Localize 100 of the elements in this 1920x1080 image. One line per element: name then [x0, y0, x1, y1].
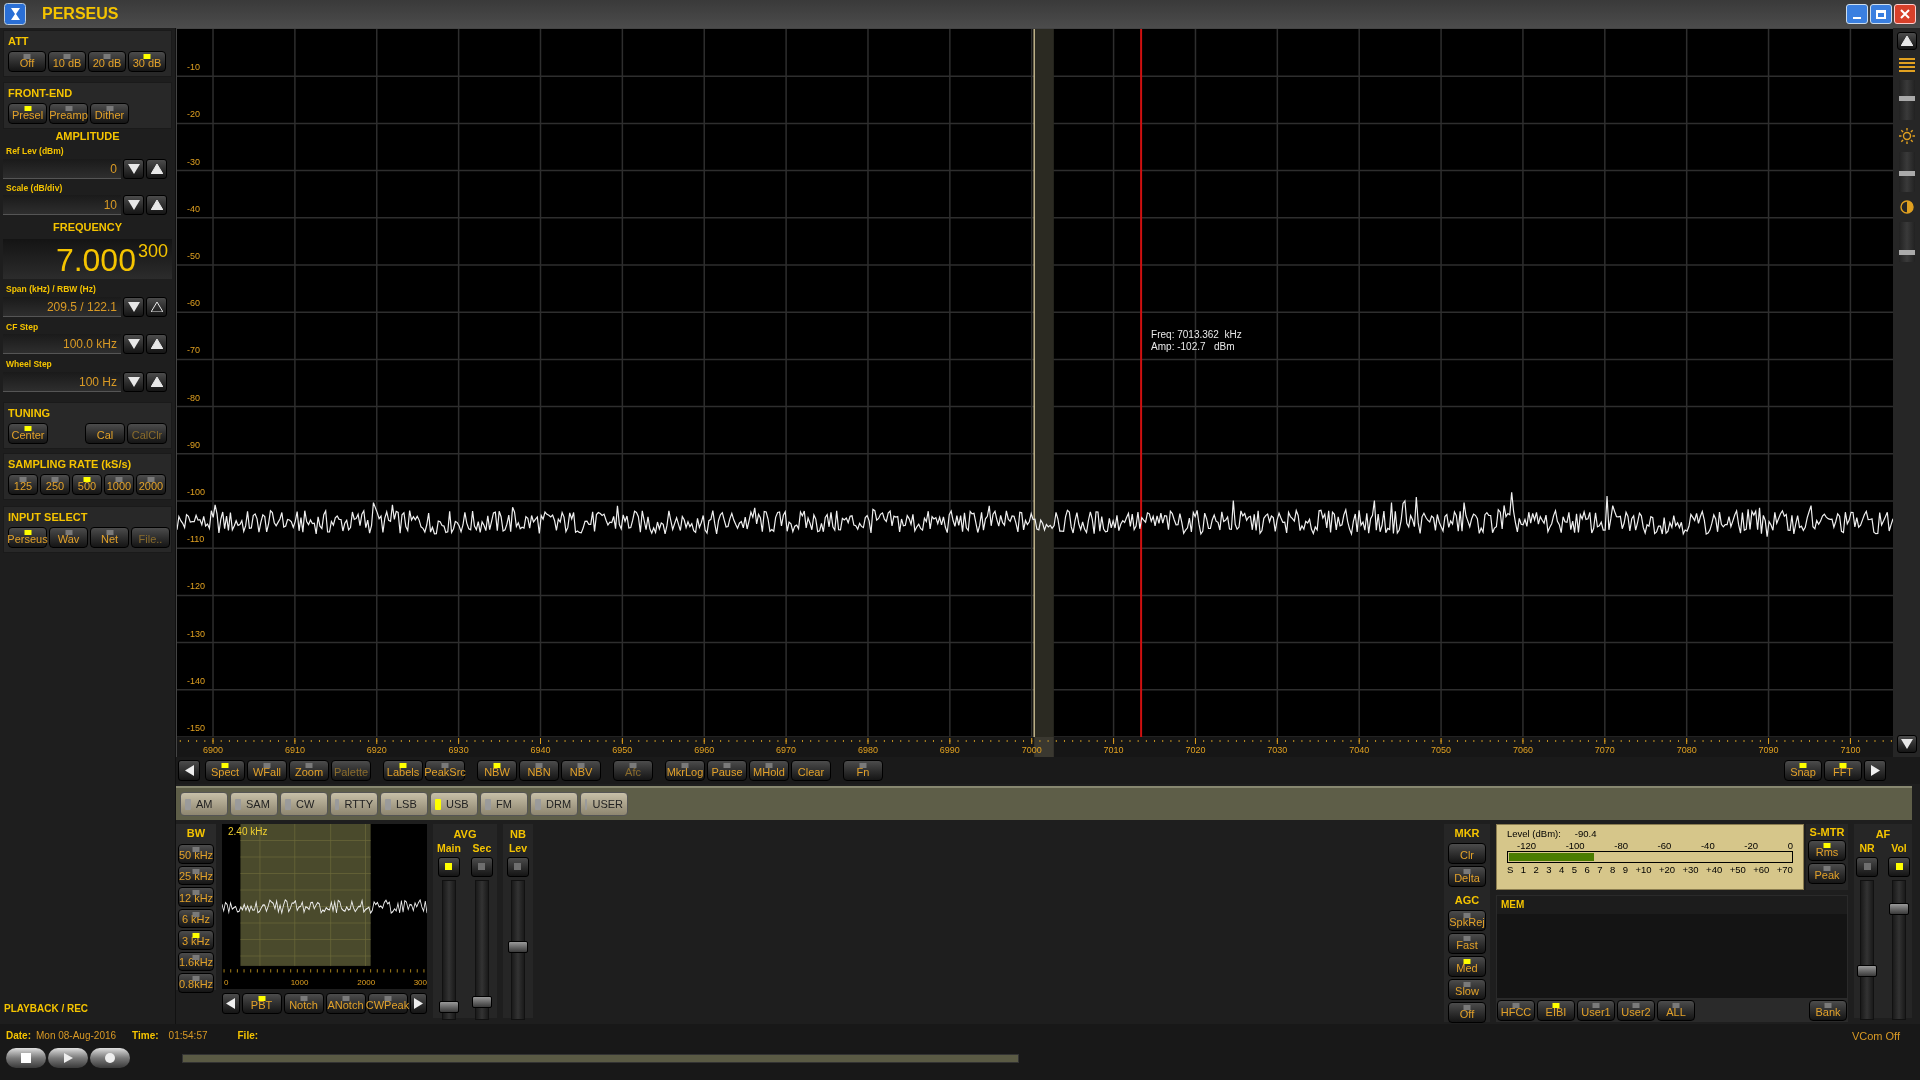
slider-thumb[interactable]: [1898, 250, 1915, 255]
push-button[interactable]: Clear: [791, 760, 831, 781]
filter-display[interactable]: 2.40 kHz 0 1000 2000 300: [222, 824, 427, 989]
toggle-button[interactable]: Perseus: [8, 526, 47, 548]
mode-button[interactable]: FM: [480, 792, 528, 816]
input-field[interactable]: 100.0 kHz: [3, 334, 121, 354]
toggle-button[interactable]: Pause: [707, 760, 747, 781]
input-field[interactable]: 100 Hz: [3, 371, 121, 392]
mode-button[interactable]: LSB: [380, 792, 428, 816]
slider-thumb[interactable]: [471, 996, 492, 1009]
toggle-button[interactable]: EIBI: [1537, 1000, 1575, 1021]
toggle-button[interactable]: Fn: [843, 760, 883, 781]
toggle-button[interactable]: Fast: [1448, 933, 1486, 954]
increment-button[interactable]: [146, 371, 167, 392]
toggle-button[interactable]: 20 dB: [88, 51, 126, 72]
record-button[interactable]: [90, 1048, 130, 1068]
mode-button[interactable]: DRM: [530, 792, 578, 816]
toggle-button[interactable]: 10 dB: [48, 51, 86, 72]
toggle-button[interactable]: Notch: [283, 993, 324, 1014]
toggle-button[interactable]: NBW: [477, 760, 517, 781]
minimize-button[interactable]: [1846, 4, 1868, 24]
sun-icon[interactable]: [1898, 128, 1915, 144]
toggle-button[interactable]: MHold: [749, 760, 789, 781]
toggle-button[interactable]: [1856, 856, 1878, 877]
toggle-button[interactable]: Preamp: [49, 103, 88, 124]
toggle-button[interactable]: CWPeak: [367, 993, 408, 1014]
toggle-button[interactable]: ALL: [1657, 1000, 1695, 1021]
toggle-button[interactable]: 6 kHz: [178, 908, 214, 928]
push-button[interactable]: Cal: [85, 422, 125, 444]
slider-thumb[interactable]: [438, 1001, 459, 1014]
toggle-button[interactable]: User2: [1617, 1000, 1655, 1021]
stop-button[interactable]: [6, 1048, 46, 1068]
toggle-button[interactable]: HFCC: [1497, 1000, 1535, 1021]
slider-thumb[interactable]: [1857, 964, 1877, 977]
scroll-up-button[interactable]: [1896, 32, 1917, 50]
input-field[interactable]: 0: [3, 158, 121, 179]
decrement-button[interactable]: [123, 195, 144, 215]
toggle-button[interactable]: Slow: [1448, 979, 1486, 1000]
menu-icon[interactable]: [1898, 58, 1915, 72]
toggle-button[interactable]: 3 kHz: [178, 930, 214, 950]
toggle-button[interactable]: NBN: [519, 760, 559, 781]
push-button[interactable]: Clr: [1448, 843, 1486, 864]
decrement-button[interactable]: [123, 296, 144, 317]
maximize-button[interactable]: [1870, 4, 1892, 24]
toggle-button[interactable]: Dither: [90, 103, 129, 124]
toggle-button[interactable]: Peak: [1808, 863, 1846, 884]
input-field[interactable]: 209.5 / 122.1: [3, 296, 121, 317]
toggle-button[interactable]: [470, 856, 493, 877]
next-button[interactable]: [1864, 760, 1886, 781]
decrement-button[interactable]: [123, 334, 144, 354]
slider-thumb[interactable]: [1889, 903, 1909, 916]
previous-button[interactable]: [222, 993, 240, 1014]
toggle-button[interactable]: 125: [8, 473, 38, 495]
toggle-button[interactable]: Rms: [1808, 840, 1846, 861]
toggle-button[interactable]: FFT: [1824, 760, 1862, 781]
toggle-button[interactable]: MkrLog: [665, 760, 705, 781]
toggle-button[interactable]: Off: [8, 51, 46, 72]
slider-thumb[interactable]: [1898, 95, 1915, 101]
mode-button[interactable]: RTTY: [330, 792, 378, 816]
mode-button[interactable]: AM: [180, 792, 228, 816]
toggle-button[interactable]: Med: [1448, 956, 1486, 977]
toggle-button[interactable]: 1.6kHz: [178, 951, 214, 971]
toggle-button[interactable]: Snap: [1784, 760, 1822, 781]
toggle-button[interactable]: 250: [40, 473, 70, 495]
toggle-button[interactable]: WFall: [247, 760, 287, 781]
play-button[interactable]: [48, 1048, 88, 1068]
toggle-button[interactable]: 500: [72, 473, 102, 495]
decrement-button[interactable]: [123, 371, 144, 392]
toggle-button[interactable]: Presel: [8, 103, 47, 124]
toggle-button[interactable]: 50 kHz: [178, 844, 214, 864]
toggle-button[interactable]: Labels: [383, 760, 423, 781]
toggle-button[interactable]: Delta: [1448, 866, 1486, 887]
close-button[interactable]: [1894, 4, 1916, 24]
toggle-button[interactable]: 25 kHz: [178, 865, 214, 885]
toggle-button[interactable]: 1000: [104, 473, 134, 495]
slider-thumb[interactable]: [507, 941, 528, 953]
scroll-down-button[interactable]: [1896, 735, 1917, 753]
mode-button[interactable]: SAM: [230, 792, 278, 816]
next-button[interactable]: [409, 993, 427, 1014]
toggle-button[interactable]: User1: [1577, 1000, 1615, 1021]
increment-button[interactable]: [146, 195, 167, 215]
toggle-button[interactable]: Center: [8, 422, 48, 444]
increment-button[interactable]: [146, 334, 167, 354]
mode-button[interactable]: CW: [280, 792, 328, 816]
toggle-button[interactable]: [437, 856, 460, 877]
toggle-button[interactable]: Wav: [49, 526, 88, 548]
slider-thumb[interactable]: [1898, 171, 1915, 177]
previous-button[interactable]: [178, 760, 200, 781]
toggle-button[interactable]: Off: [1448, 1002, 1486, 1023]
toggle-button[interactable]: PBT: [241, 993, 282, 1014]
toggle-button[interactable]: ANotch: [325, 993, 366, 1014]
toggle-button[interactable]: [1888, 856, 1910, 877]
spectrum-plot[interactable]: -10 -20 -30 -40 -50 -60 -70 -80 -90 -100 -110 -120 -130 -140 -150 Freq: 7013.362 kHz Amp: -102.7 dBm: [176, 28, 1893, 737]
increment-button[interactable]: [146, 158, 167, 179]
mode-button[interactable]: USB: [430, 792, 478, 816]
toggle-button[interactable]: NBV: [561, 760, 601, 781]
toggle-button[interactable]: 2000: [136, 473, 166, 495]
toggle-button[interactable]: Bank: [1809, 1000, 1847, 1021]
toggle-button[interactable]: PeakSrc: [425, 760, 465, 781]
toggle-button[interactable]: Spect: [205, 760, 245, 781]
